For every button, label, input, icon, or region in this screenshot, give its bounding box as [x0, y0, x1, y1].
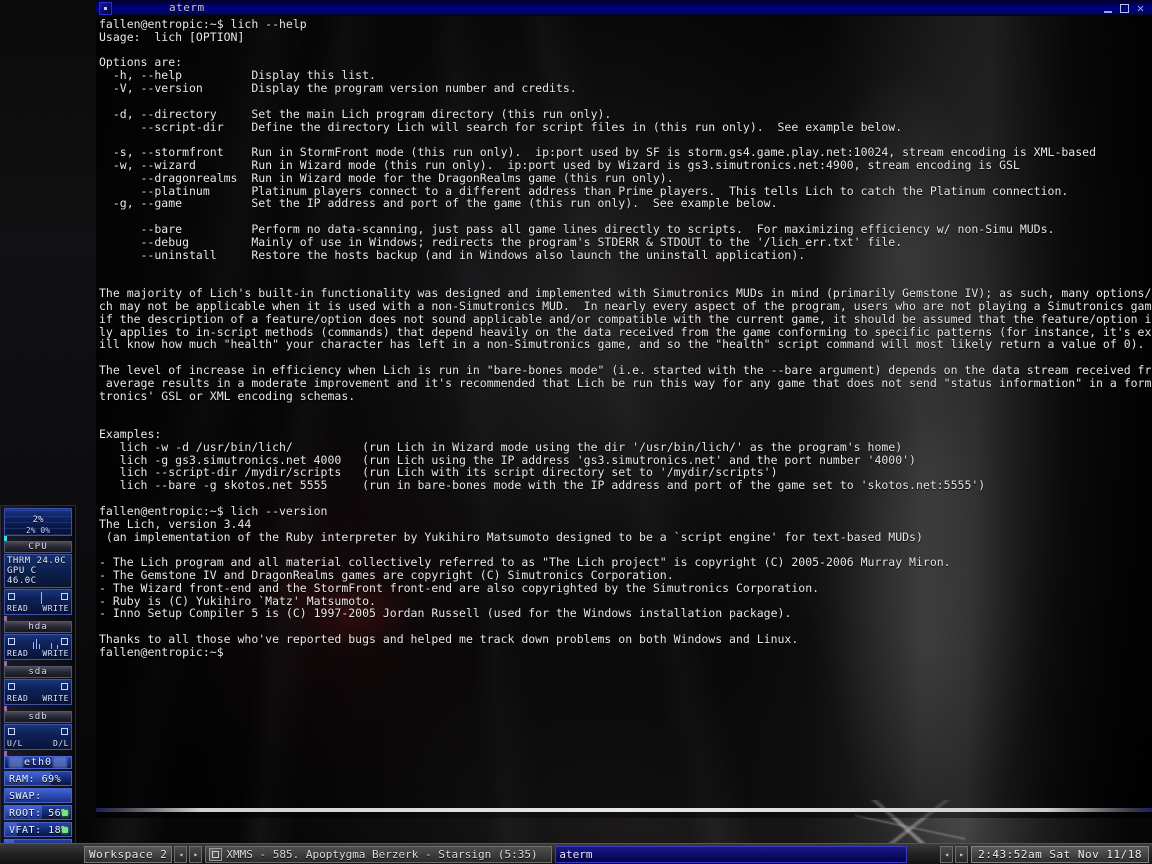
meter-text: ROOT: 56%	[9, 807, 68, 819]
meter-text: RAM: 69%	[9, 773, 62, 785]
disk-rw-labels: READ WRITE	[5, 694, 71, 703]
taskbar-clock: 2:43:52am Sat Nov 11/18	[971, 845, 1149, 863]
net-download-indicator	[61, 728, 68, 735]
disk-read-label: READ	[7, 604, 29, 613]
net-label-shine-right	[53, 757, 67, 768]
window-icon	[209, 847, 223, 861]
task-button-xmms[interactable]: XMMS - 585. Apoptygma Berzerk - Starsign…	[205, 845, 553, 863]
meter-vfat[interactable]: VFAT: 18%	[4, 822, 72, 837]
meter-label: RAM:	[9, 774, 36, 785]
net-upload-label: U/L	[7, 739, 23, 748]
disk-activity-spike	[41, 592, 42, 604]
disk-rw-labels: READ WRITE	[5, 649, 71, 658]
terminal-bottom-divider	[96, 808, 1152, 812]
disk-chart-sda[interactable]: READ WRITE	[4, 634, 72, 660]
net-label-shine-left	[9, 757, 23, 768]
disk-write-indicator	[61, 593, 68, 600]
clock-prev-button[interactable]: ◂	[940, 845, 954, 863]
task-label: aterm	[559, 847, 593, 861]
disk-read-indicator	[8, 683, 15, 690]
mount-led-icon	[62, 827, 68, 833]
disk-label-hda: hda	[4, 621, 72, 633]
minimize-icon[interactable]	[1103, 3, 1114, 14]
disk-marker-sdb	[4, 706, 72, 711]
disk-write-label: WRITE	[42, 694, 69, 703]
maximize-icon[interactable]	[1119, 3, 1130, 14]
sensor-thermal: THRM 24.0C	[7, 556, 67, 566]
mount-led-icon	[62, 810, 68, 816]
workspace-next-button[interactable]: ▸	[189, 845, 203, 863]
window-title: aterm	[169, 1, 205, 14]
disk-chart-sdb[interactable]: READ WRITE	[4, 679, 72, 705]
meter-label: VFAT:	[9, 825, 42, 836]
disk-label-sdb: sdb	[4, 711, 72, 723]
meter-text: SWAP: 100%	[9, 790, 71, 802]
disk-write-indicator	[61, 638, 68, 645]
disk-activity-spike	[36, 639, 37, 649]
cpu-marker	[4, 536, 72, 541]
window-titlebar[interactable]: aterm ✕	[96, 0, 1152, 16]
disk-write-label: WRITE	[42, 604, 69, 613]
net-upload-indicator	[8, 728, 15, 735]
task-label: XMMS - 585. Apoptygma Berzerk - Starsign…	[226, 847, 538, 861]
clock-next-button[interactable]: ▸	[955, 845, 969, 863]
sensor-panel[interactable]: THRM 24.0C GPU C 46.0C	[4, 554, 72, 588]
sensor-gpu: GPU C 46.0C	[7, 566, 37, 586]
cpu-label: CPU	[4, 541, 72, 553]
disk-activity-spike	[33, 642, 34, 649]
net-label-eth0: eth0	[4, 756, 72, 769]
disk-read-label: READ	[7, 649, 29, 658]
cpu-usage-value: 2%	[32, 515, 44, 525]
meter-ram[interactable]: RAM: 69%	[4, 771, 72, 786]
task-button-aterm[interactable]: aterm	[555, 845, 908, 863]
net-rw-labels: U/L D/L	[5, 739, 71, 748]
meter-swap[interactable]: SWAP: 100%	[4, 788, 72, 803]
window-menu-icon[interactable]	[99, 1, 112, 15]
gkrellm-panel[interactable]: 2% 2% 0% CPU THRM 24.0C GPU C 46.0C READ…	[0, 505, 76, 863]
disk-write-indicator	[61, 683, 68, 690]
net-chart-eth0[interactable]: U/L D/L	[4, 724, 72, 750]
disk-marker-sda	[4, 661, 72, 666]
net-interface-name: eth0	[23, 757, 53, 768]
disk-read-indicator	[8, 638, 15, 645]
cpu-chart[interactable]: 2% 2% 0%	[4, 508, 72, 536]
cpu-usage-breakdown: 2% 0%	[25, 526, 51, 535]
meter-label: ROOT:	[9, 808, 42, 819]
terminal-output: fallen@entropic:~$ lich --help Usage: li…	[99, 17, 1152, 659]
disk-rw-labels: READ WRITE	[5, 604, 71, 613]
meter-label: SWAP:	[9, 791, 42, 802]
window-controls[interactable]: ✕	[1103, 2, 1152, 14]
taskbar[interactable]: Workspace 2 ◂ ▸ XMMS - 585. Apoptygma Be…	[0, 843, 1152, 864]
meter-value: 69%	[41, 774, 62, 785]
disk-write-label: WRITE	[42, 649, 69, 658]
disk-marker-hda	[4, 616, 72, 621]
meter-text: VFAT: 18%	[9, 824, 68, 836]
workspace-prev-button[interactable]: ◂	[174, 845, 188, 863]
workspace-indicator[interactable]: Workspace 2	[84, 845, 173, 863]
net-download-label: D/L	[53, 739, 69, 748]
meter-root[interactable]: ROOT: 56%	[4, 805, 72, 820]
disk-read-label: READ	[7, 694, 29, 703]
disk-read-indicator	[8, 593, 15, 600]
disk-chart-hda[interactable]: READ WRITE	[4, 589, 72, 615]
aterm-window[interactable]: aterm ✕ fallen@entropic:~$ lich --help U…	[96, 0, 1152, 843]
terminal-body[interactable]: fallen@entropic:~$ lich --help Usage: li…	[96, 16, 1152, 818]
disk-label-sda: sda	[4, 666, 72, 678]
close-icon[interactable]: ✕	[1135, 2, 1146, 14]
